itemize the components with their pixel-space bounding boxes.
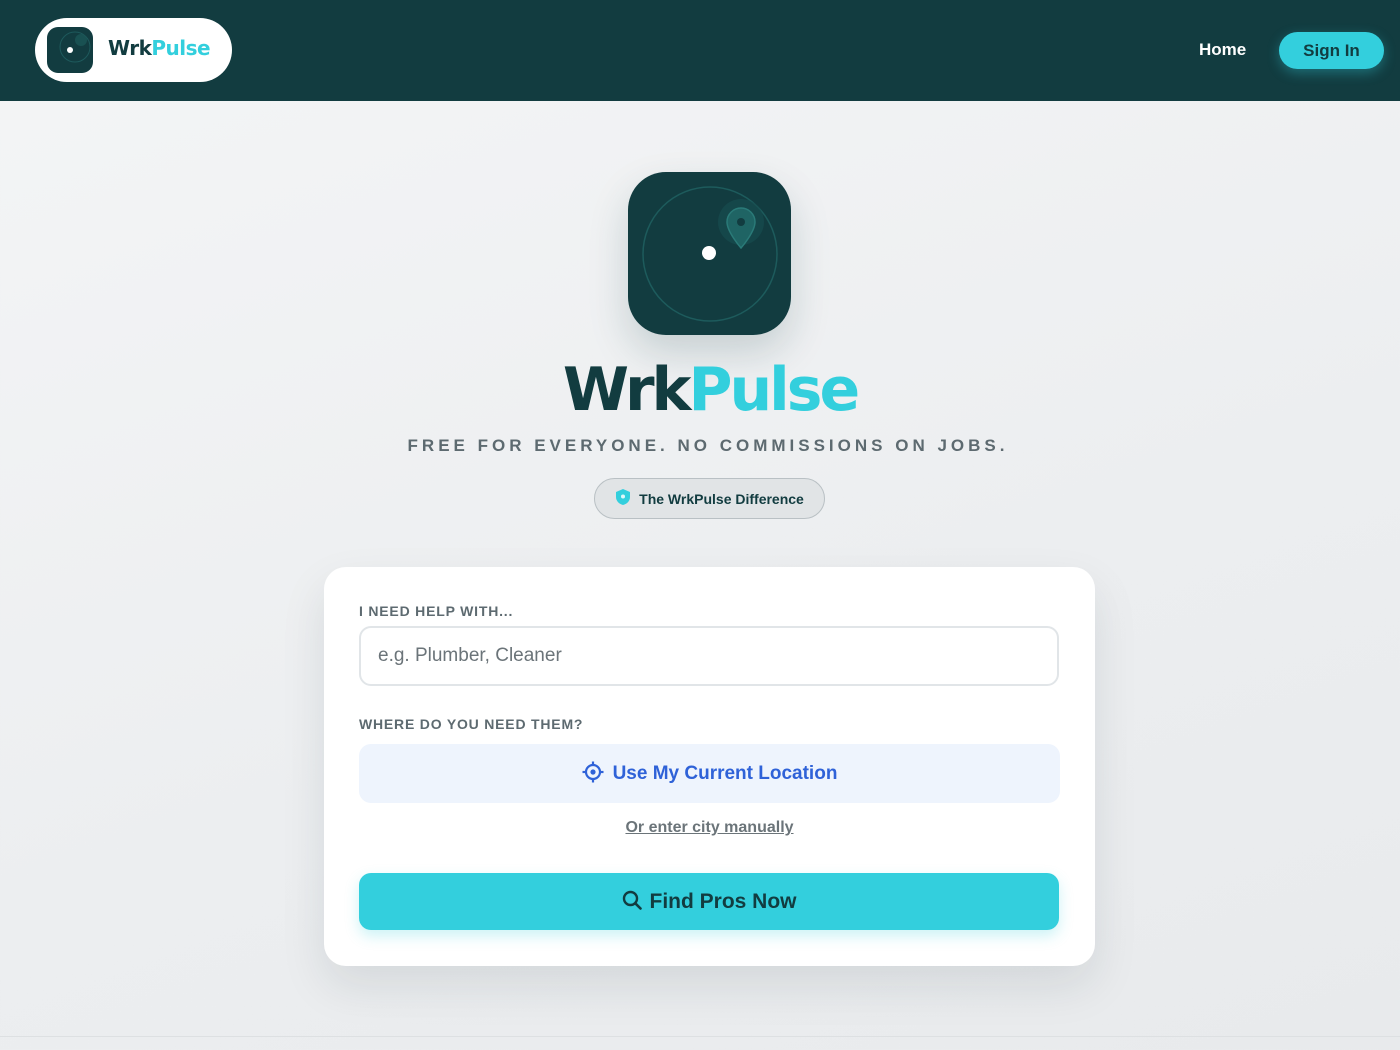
brand-name-dark: Wrk	[108, 36, 152, 60]
brand-name: WrkPulse	[108, 36, 211, 60]
nav-home-link[interactable]: Home	[1199, 40, 1246, 60]
crosshair-icon	[582, 761, 604, 786]
service-field-label: I NEED HELP WITH...	[359, 603, 514, 619]
search-card: I NEED HELP WITH... WHERE DO YOU NEED TH…	[324, 567, 1095, 966]
hero-pulse-logo-icon	[628, 172, 791, 335]
find-pros-button[interactable]: Find Pros Now	[359, 873, 1059, 930]
enter-city-manually-link[interactable]: Or enter city manually	[324, 819, 1095, 837]
shield-icon	[615, 488, 631, 509]
hero-title-accent: Pulse	[688, 355, 860, 425]
hero-title: WrkPulse	[0, 355, 1400, 425]
use-location-label: Use My Current Location	[612, 762, 838, 784]
find-pros-label: Find Pros Now	[649, 889, 797, 913]
use-current-location-button[interactable]: Use My Current Location	[359, 744, 1060, 803]
search-icon	[622, 890, 642, 913]
difference-button-label: The WrkPulse Difference	[639, 490, 804, 507]
pulse-logo-icon	[47, 27, 93, 73]
footer-divider	[0, 1036, 1400, 1037]
hero-tagline: FREE FOR EVERYONE. NO COMMISSIONS ON JOB…	[407, 436, 1009, 455]
sign-in-button[interactable]: Sign In	[1279, 32, 1384, 69]
location-field-label: WHERE DO YOU NEED THEM?	[359, 716, 584, 732]
top-navbar: WrkPulse Home Sign In	[0, 0, 1400, 101]
brand-name-accent: Pulse	[151, 36, 211, 60]
wrkpulse-difference-button[interactable]: The WrkPulse Difference	[594, 478, 825, 519]
brand-logo-link[interactable]: WrkPulse	[35, 18, 232, 82]
service-search-input[interactable]	[359, 626, 1059, 686]
hero-title-dark: Wrk	[562, 355, 692, 425]
